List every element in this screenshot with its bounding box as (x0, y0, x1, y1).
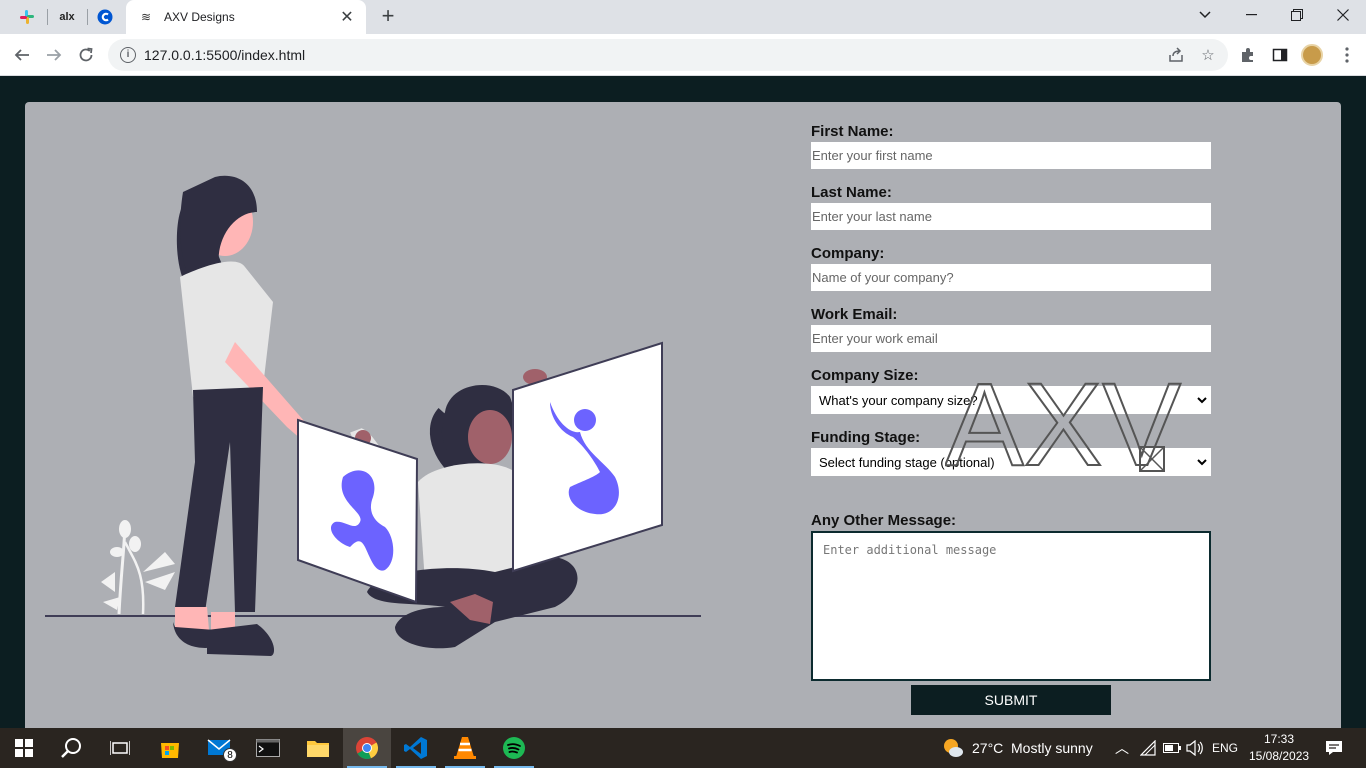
task-view-icon (110, 741, 130, 755)
windows-taskbar: 8 27°C Mostly sunny ︿ ENG 17:33 15/08/20… (0, 728, 1366, 768)
tab-search-chevron-icon[interactable] (1182, 0, 1228, 30)
slack-tab[interactable] (8, 0, 46, 34)
kebab-menu-icon (1345, 47, 1349, 63)
file-explorer-app[interactable] (294, 728, 342, 768)
folder-icon (307, 741, 329, 757)
company-input[interactable] (811, 264, 1211, 291)
forward-button[interactable] (41, 42, 67, 68)
work-email-input[interactable] (811, 325, 1211, 352)
chrome-menu-button[interactable] (1334, 42, 1360, 68)
show-hidden-icons-chevron-icon[interactable]: ︿ (1115, 738, 1129, 758)
store-app[interactable] (146, 728, 194, 768)
vscode-app[interactable] (392, 728, 440, 768)
coursera-tab[interactable] (86, 0, 124, 34)
url-text: 127.0.0.1:5500/index.html (144, 47, 306, 63)
close-window-button[interactable] (1320, 0, 1366, 30)
message-label: Any Other Message: (811, 512, 957, 529)
slack-icon (20, 10, 34, 24)
plant-illustration (101, 520, 175, 615)
clock-date[interactable]: 15/08/2023 (1249, 749, 1309, 763)
microsoft-store-icon (161, 743, 179, 758)
browser-tab-strip: alx ≋ AXV Designs ✕ + (0, 0, 1366, 34)
vscode-icon (404, 737, 427, 759)
side-panel-button[interactable] (1267, 42, 1293, 68)
clock-time[interactable]: 17:33 (1264, 732, 1294, 746)
bookmark-star-icon[interactable]: ☆ (1198, 45, 1218, 65)
volume-icon[interactable] (1186, 739, 1204, 761)
designers-illustration (45, 175, 701, 656)
message-textarea[interactable] (811, 531, 1211, 681)
tab-close-icon[interactable]: ✕ (338, 7, 356, 27)
profile-avatar[interactable] (1301, 44, 1323, 66)
weather-temp[interactable]: 27°C (972, 740, 1003, 756)
alx-tab[interactable]: alx (48, 0, 86, 34)
address-bar[interactable]: i 127.0.0.1:5500/index.html ☆ (108, 39, 1228, 71)
vlc-cone-icon (454, 737, 476, 759)
axv-favicon-icon: ≋ (140, 10, 152, 24)
restore-button[interactable] (1274, 0, 1320, 30)
notifications-icon[interactable] (1325, 740, 1343, 761)
contact-card: First Name: Last Name: Company: Work Ema… (25, 102, 1341, 742)
puzzle-icon (1242, 48, 1253, 62)
first-name-input[interactable] (811, 142, 1211, 169)
side-panel-icon (1272, 48, 1288, 62)
tab-title: AXV Designs (164, 10, 235, 24)
mail-badge: 8 (223, 748, 237, 762)
submit-button[interactable]: SUBMIT (911, 685, 1111, 715)
search-icon (61, 738, 81, 758)
coursera-icon (97, 9, 113, 25)
spotify-icon (503, 737, 525, 759)
extensions-button[interactable] (1235, 42, 1261, 68)
standing-woman-figure (173, 175, 330, 656)
terminal-icon (256, 739, 280, 757)
input-language[interactable]: ENG (1212, 741, 1238, 755)
active-tab[interactable]: ≋ AXV Designs ✕ (126, 0, 366, 34)
share-icon[interactable] (1166, 45, 1186, 65)
company-label: Company: (811, 245, 885, 262)
company-size-label: Company Size: (811, 367, 919, 384)
weather-desc[interactable]: Mostly sunny (1011, 740, 1093, 756)
last-name-label: Last Name: (811, 184, 892, 201)
reload-icon (79, 47, 93, 62)
new-tab-button[interactable]: + (376, 5, 400, 29)
design-card-left (297, 418, 419, 604)
work-email-label: Work Email: (811, 306, 898, 323)
back-button[interactable] (9, 42, 35, 68)
first-name-label: First Name: (811, 123, 894, 140)
mail-app[interactable]: 8 (196, 728, 244, 768)
page-body: First Name: Last Name: Company: Work Ema… (0, 77, 1366, 742)
contact-form: First Name: Last Name: Company: Work Ema… (811, 122, 1211, 715)
browser-toolbar: i 127.0.0.1:5500/index.html ☆ (0, 34, 1366, 76)
chrome-icon (356, 737, 379, 760)
chrome-app[interactable] (343, 728, 391, 768)
spotify-app[interactable] (490, 728, 538, 768)
back-arrow-icon (14, 49, 29, 61)
battery-icon[interactable] (1163, 741, 1181, 759)
task-view-button[interactable] (96, 728, 144, 768)
funding-stage-select[interactable]: Select funding stage (optional) (811, 448, 1211, 476)
windows-logo-icon (15, 739, 33, 757)
reload-button[interactable] (73, 42, 99, 68)
terminal-app[interactable] (244, 728, 292, 768)
start-button[interactable] (0, 728, 48, 768)
network-icon[interactable] (1139, 739, 1156, 761)
search-button[interactable] (48, 728, 96, 768)
weather-icon[interactable] (942, 737, 964, 764)
alx-icon: alx (59, 11, 75, 23)
minimize-button[interactable] (1228, 0, 1274, 30)
company-size-select[interactable]: What's your company size? (811, 386, 1211, 414)
funding-stage-label: Funding Stage: (811, 429, 921, 446)
site-info-icon[interactable]: i (120, 47, 136, 63)
forward-arrow-icon (47, 49, 62, 61)
last-name-input[interactable] (811, 203, 1211, 230)
vlc-app[interactable] (441, 728, 489, 768)
